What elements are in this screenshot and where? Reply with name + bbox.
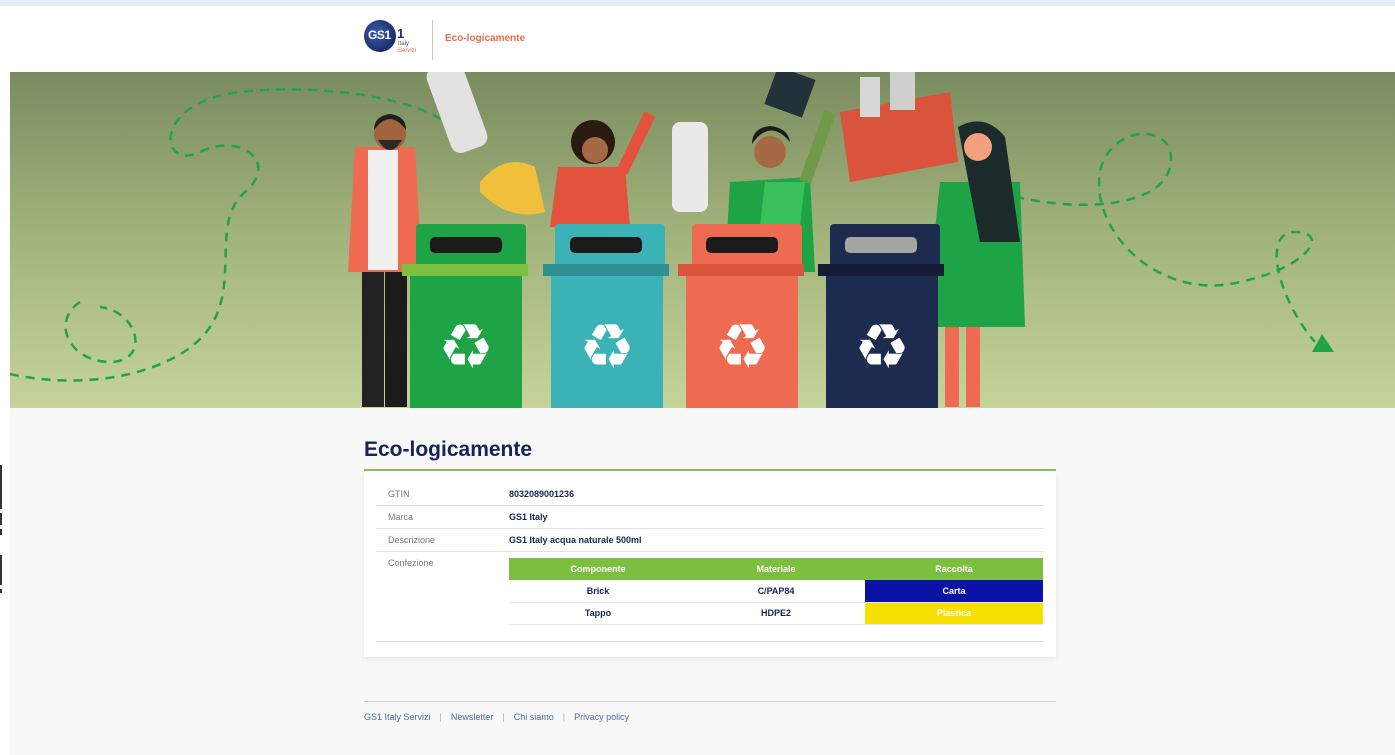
person-illustration-2 — [480, 111, 656, 227]
header-divider — [432, 20, 433, 60]
packaging-table: Componente Materiale Raccolta Brick C/PA… — [509, 558, 1043, 625]
row-value: 8032089001236 — [509, 489, 575, 499]
table-row: Brick C/PAP84 Carta — [509, 580, 1043, 603]
row-label: Confezione — [388, 558, 434, 568]
footer-separator: | — [562, 712, 566, 722]
hero-illustration: ♻ ♻ ♻ ♻ — [10, 72, 1334, 408]
recycle-icon: ♻ — [714, 310, 770, 383]
table-row: Tappo HDPE2 Plastica — [509, 602, 1043, 625]
info-row-descrizione: Descrizione GS1 Italy acqua naturale 500… — [376, 529, 1044, 552]
footer-links: GS1 Italy Servizi | Newsletter | Chi siamo | P… — [364, 712, 629, 722]
row-value: GS1 Italy — [509, 512, 548, 522]
gs1-logo-sub-servizi: Servizi — [398, 48, 417, 54]
row-value: GS1 Italy acqua naturale 500ml — [509, 535, 642, 545]
cell-raccolta-plastica: Plastica — [865, 602, 1043, 625]
page-title: Eco-logicamente — [364, 438, 533, 461]
row-label: GTIN — [388, 489, 410, 499]
footer-divider — [364, 701, 1056, 702]
gs1-logo-text: GS1 — [368, 28, 391, 42]
hero-banner: ♻ ♻ ♻ ♻ — [10, 72, 1395, 408]
gs1-logo-one: 1 — [397, 26, 405, 41]
info-row-gtin: GTIN 8032089001236 — [376, 483, 1044, 506]
footer-link-newsletter[interactable]: Newsletter — [451, 712, 494, 722]
gs1-logo-sub-italy: Italy — [398, 41, 410, 47]
product-info-card: GTIN 8032089001236 Marca GS1 Italy Descr… — [364, 471, 1056, 657]
footer-link-gs1-italy-servizi[interactable]: GS1 Italy Servizi — [364, 712, 431, 722]
left-edge-marks — [0, 465, 4, 597]
recycle-icon: ♻ — [438, 310, 494, 383]
site-header: GS1 1 Italy Servizi Eco-logicamente — [0, 6, 1395, 72]
footer-link-privacy-policy[interactable]: Privacy policy — [574, 712, 629, 722]
row-label: Marca — [388, 512, 414, 522]
column-header-materiale: Materiale — [687, 558, 865, 580]
info-row-marca: Marca GS1 Italy — [376, 506, 1044, 529]
footer-link-chi-siamo[interactable]: Chi siamo — [514, 712, 554, 722]
cell-materiale: HDPE2 — [687, 602, 865, 625]
column-header-raccolta: Raccolta — [865, 558, 1043, 580]
header-title[interactable]: Eco-logicamente — [445, 33, 525, 44]
recycle-icon: ♻ — [854, 310, 910, 383]
footer-separator: | — [502, 712, 505, 722]
recycle-icon: ♻ — [579, 310, 635, 383]
cell-componente: Brick — [509, 580, 687, 603]
cell-componente: Tappo — [509, 602, 687, 625]
row-label: Descrizione — [388, 535, 436, 545]
footer-separator: | — [439, 712, 442, 722]
cell-materiale: C/PAP84 — [687, 580, 865, 603]
cell-raccolta-carta: Carta — [865, 580, 1043, 603]
gs1-logo-mark: GS1 — [364, 20, 396, 52]
card-divider — [376, 641, 1044, 642]
packaging-table-header: Componente Materiale Raccolta — [509, 558, 1043, 580]
gs1-logo[interactable]: GS1 1 Italy Servizi — [364, 20, 426, 60]
arrow-head-icon — [1312, 334, 1334, 352]
column-header-componente: Componente — [509, 558, 687, 580]
